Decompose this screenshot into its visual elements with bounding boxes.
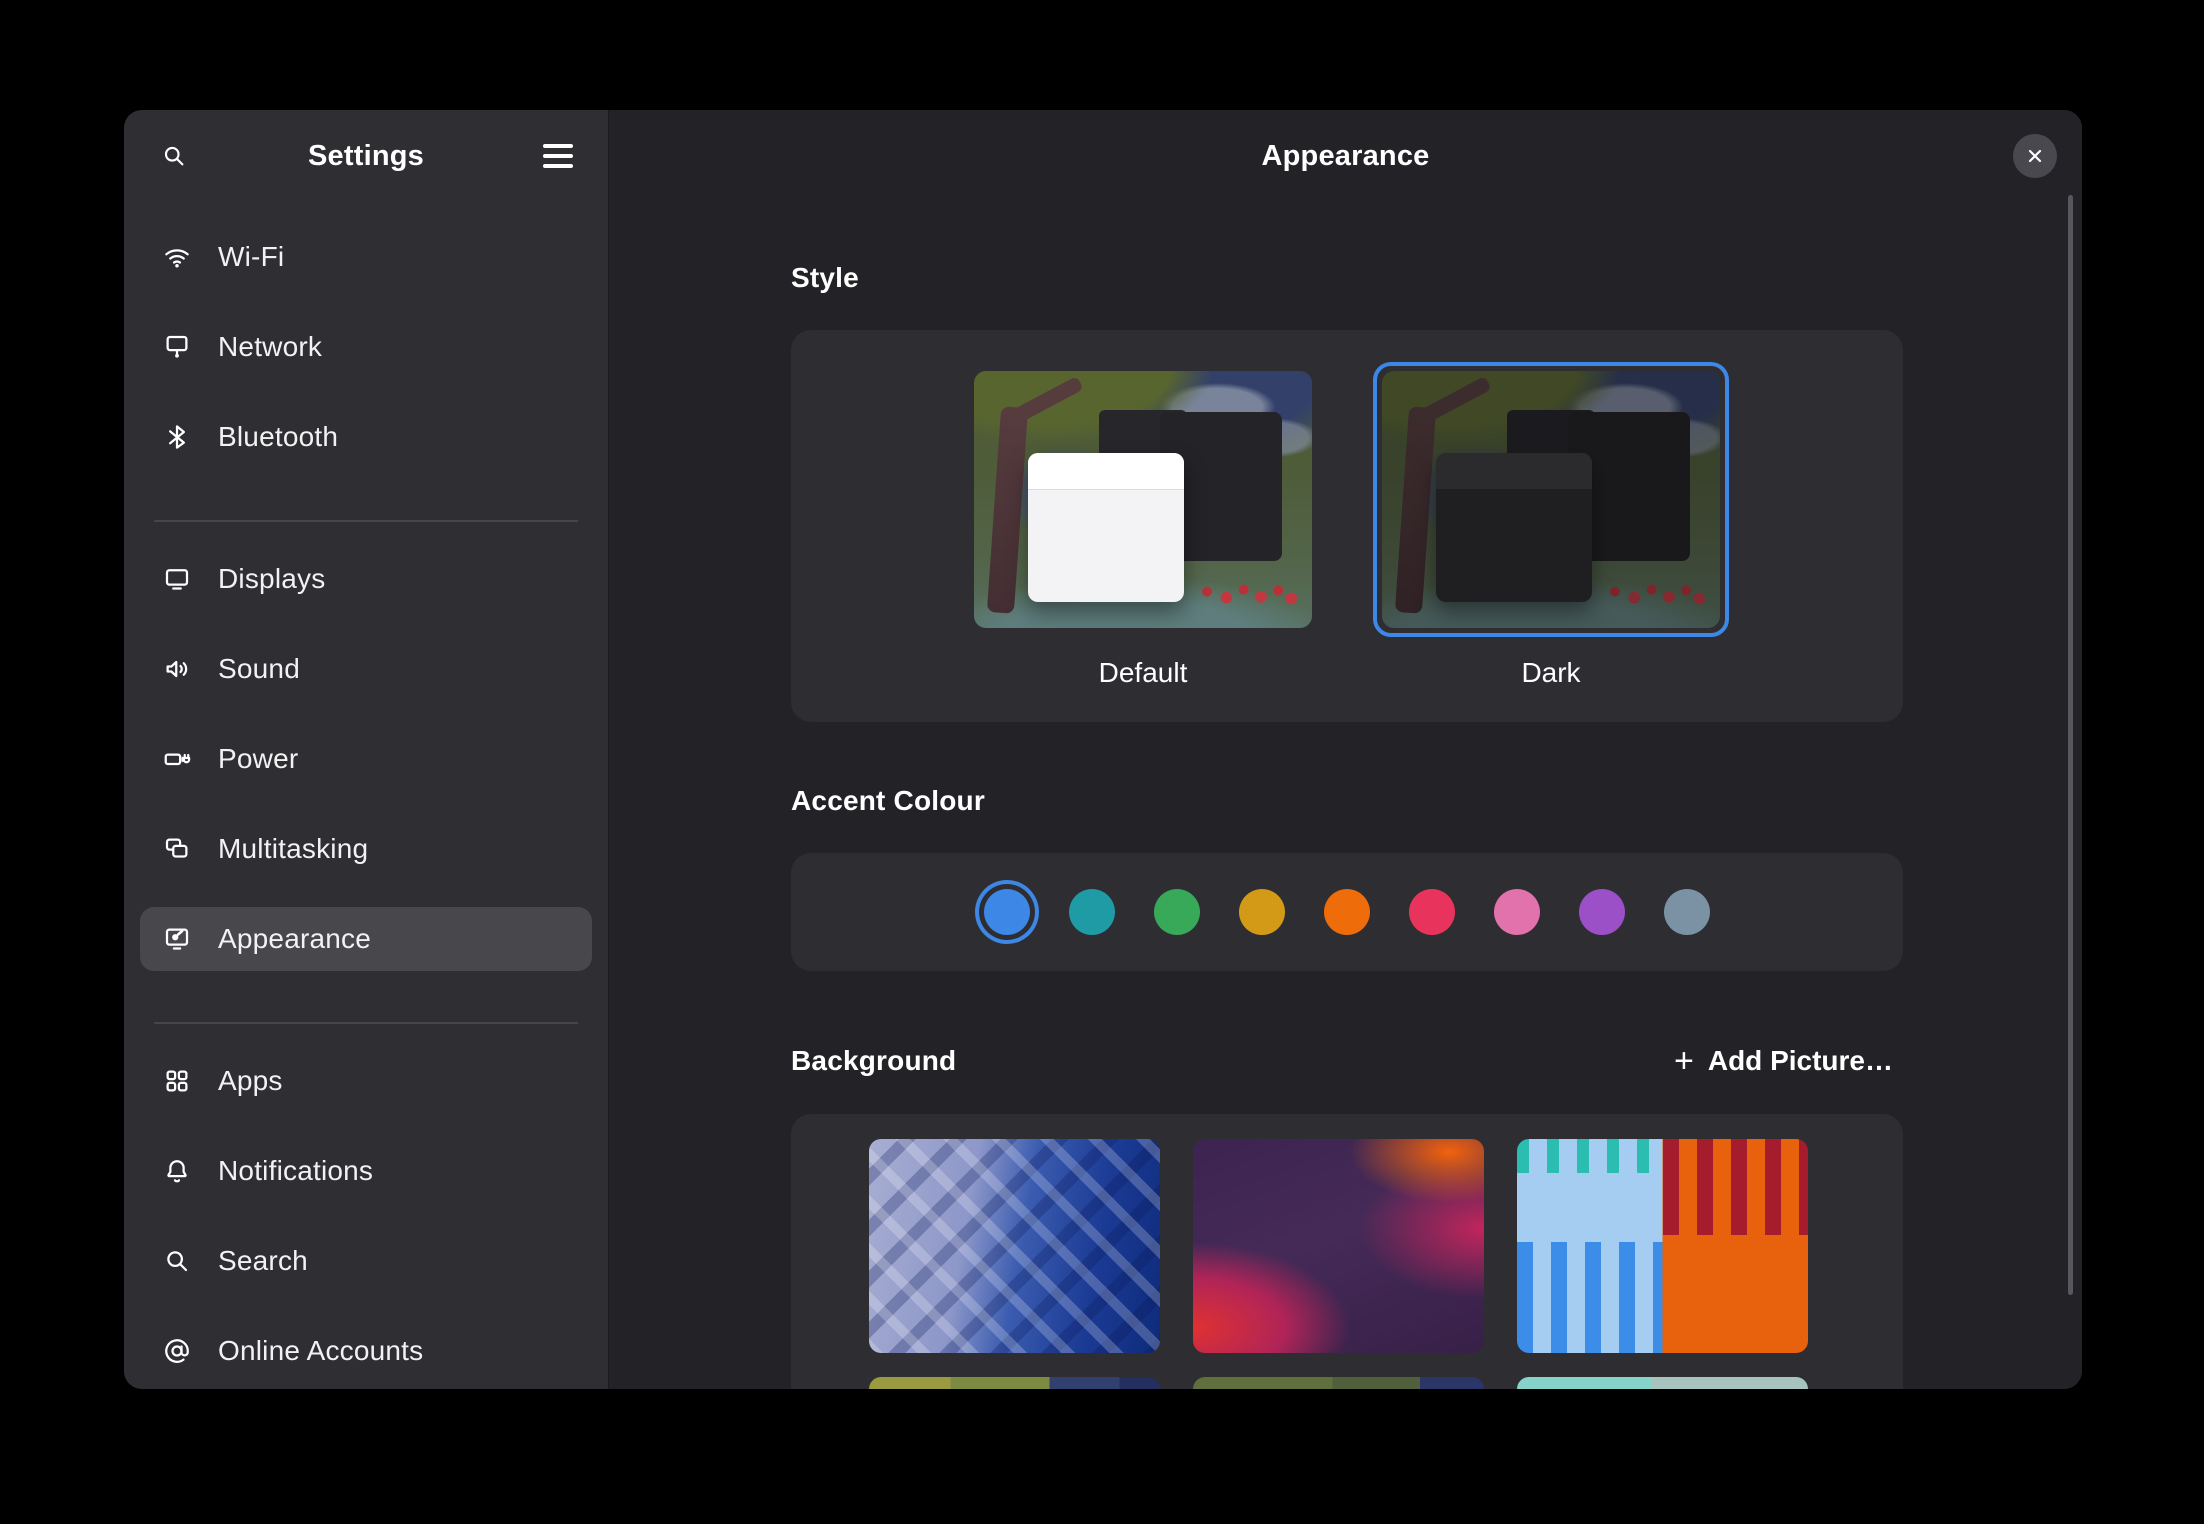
accent-swatch-green[interactable] (1154, 889, 1200, 935)
style-option-default[interactable]: Default (965, 362, 1321, 722)
sidebar-item-label: Appearance (218, 923, 371, 955)
scroll-area[interactable]: Style Default (609, 202, 2082, 1389)
style-dark-thumbnail (1373, 362, 1729, 637)
sidebar-item-online-accounts[interactable]: Online Accounts (140, 1319, 592, 1383)
wallpaper-tree-trunk (1395, 406, 1436, 613)
sidebar-item-displays[interactable]: Displays (140, 547, 592, 611)
background-row (869, 1139, 1903, 1353)
accent-colour-card (791, 853, 1903, 971)
background-thumbnail-green-landscape[interactable] (1193, 1377, 1484, 1389)
sidebar-item-appearance[interactable]: Appearance (140, 907, 592, 971)
sidebar-nav: Wi-Fi Network Bluetooth Displays (124, 202, 608, 1389)
sidebar-item-wifi[interactable]: Wi-Fi (140, 225, 592, 289)
vertical-scrollbar[interactable] (2068, 195, 2073, 1295)
wallpaper-preview (974, 371, 1312, 628)
preview-window-dark (1436, 453, 1591, 602)
sidebar-item-label: Bluetooth (218, 421, 338, 453)
sidebar-item-label: Wi-Fi (218, 241, 284, 273)
network-wired-icon (162, 332, 192, 362)
overlapping-windows-icon (162, 834, 192, 864)
wallpaper-preview (1382, 371, 1720, 628)
sidebar-item-label: Online Accounts (218, 1335, 423, 1367)
display-icon (162, 564, 192, 594)
sidebar-item-search[interactable]: Search (140, 1229, 592, 1293)
wallpaper-tree-branch (1006, 376, 1085, 428)
accent-swatch-slate[interactable] (1664, 889, 1710, 935)
background-heading: Background (791, 1045, 956, 1077)
page-title: Appearance (1261, 140, 1429, 173)
sidebar-item-label: Multitasking (218, 833, 368, 865)
display-brush-icon (162, 924, 192, 954)
sidebar-header: Settings (124, 110, 608, 202)
sidebar-divider (154, 1022, 578, 1024)
style-option-label: Default (1099, 657, 1188, 689)
close-icon[interactable] (2013, 134, 2057, 178)
sidebar-item-label: Search (218, 1245, 308, 1277)
background-thumbnail-drip-split[interactable] (1517, 1139, 1808, 1353)
sidebar-divider (154, 520, 578, 522)
accent-heading: Accent Colour (791, 785, 1906, 817)
plus-icon: + (1674, 1044, 1694, 1078)
magnifier-icon (162, 1246, 192, 1276)
add-picture-button[interactable]: + Add Picture… (1664, 1036, 1903, 1086)
content-header: Appearance (609, 110, 2082, 202)
sidebar-item-notifications[interactable]: Notifications (140, 1139, 592, 1203)
bell-icon (162, 1156, 192, 1186)
sidebar-item-label: Power (218, 743, 298, 775)
sidebar-item-network[interactable]: Network (140, 315, 592, 379)
sidebar-item-multitasking[interactable]: Multitasking (140, 817, 592, 881)
background-header-row: Background + Add Picture… (791, 1036, 1903, 1086)
apps-grid-icon (162, 1066, 192, 1096)
sidebar-item-sound[interactable]: Sound (140, 637, 592, 701)
style-option-dark[interactable]: Dark (1373, 362, 1729, 722)
wallpaper-flowers (1602, 569, 1710, 610)
bluetooth-icon (162, 422, 192, 452)
sidebar-item-label: Network (218, 331, 322, 363)
sidebar-item-label: Notifications (218, 1155, 373, 1187)
accent-swatch-yellow[interactable] (1239, 889, 1285, 935)
appearance-panel: Appearance Style (609, 110, 2082, 1389)
speaker-icon (162, 654, 192, 684)
sidebar-item-label: Displays (218, 563, 325, 595)
wallpaper-flowers (1194, 569, 1302, 610)
search-icon[interactable] (150, 132, 198, 180)
battery-plug-icon (162, 744, 192, 774)
background-thumbnail-teal-abstract[interactable] (1517, 1377, 1808, 1389)
accent-swatch-purple[interactable] (1579, 889, 1625, 935)
sidebar-item-apps[interactable]: Apps (140, 1049, 592, 1113)
preview-window-light (1028, 453, 1183, 602)
style-heading: Style (791, 262, 1906, 294)
background-thumbnail-olive-field[interactable] (869, 1377, 1160, 1389)
accent-swatch-blue[interactable] (984, 889, 1030, 935)
accent-swatch-red[interactable] (1409, 889, 1455, 935)
accent-swatch-orange[interactable] (1324, 889, 1370, 935)
style-card: Default Dark (791, 330, 1903, 722)
sidebar: Settings Wi-Fi Network (124, 110, 609, 1389)
wallpaper-tree-branch (1414, 376, 1493, 428)
at-sign-icon (162, 1336, 192, 1366)
background-thumbnail-blue-geometric[interactable] (869, 1139, 1160, 1353)
style-default-thumbnail (965, 362, 1321, 637)
hamburger-menu-icon[interactable] (534, 132, 582, 180)
style-option-label: Dark (1521, 657, 1580, 689)
settings-window: Settings Wi-Fi Network (124, 110, 2082, 1389)
background-row (869, 1377, 1903, 1389)
wallpaper-tree-trunk (987, 406, 1028, 613)
sidebar-item-label: Sound (218, 653, 300, 685)
sidebar-item-power[interactable]: Power (140, 727, 592, 791)
accent-swatch-teal[interactable] (1069, 889, 1115, 935)
sidebar-title: Settings (308, 140, 424, 173)
sidebar-item-label: Apps (218, 1065, 283, 1097)
background-card (791, 1114, 1903, 1389)
wifi-icon (162, 242, 192, 272)
sidebar-item-bluetooth[interactable]: Bluetooth (140, 405, 592, 469)
add-picture-label: Add Picture… (1708, 1045, 1893, 1077)
background-thumbnail-magma-wave[interactable] (1193, 1139, 1484, 1353)
accent-swatch-pink[interactable] (1494, 889, 1540, 935)
